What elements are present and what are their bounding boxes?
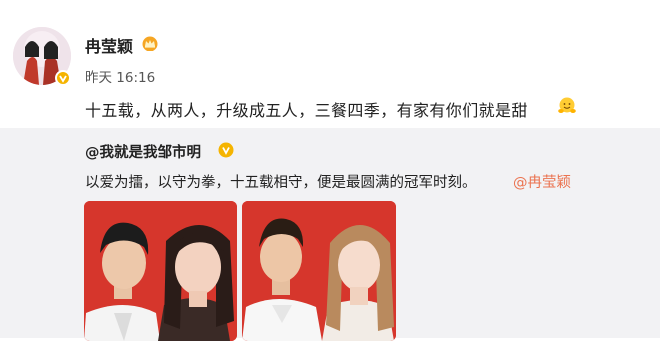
repost-mention-link[interactable]: @冉莹颖	[513, 171, 571, 192]
post-time[interactable]: 昨天 16:16	[85, 66, 155, 86]
photo-thumbnail-1[interactable]	[84, 201, 237, 341]
verified-icon	[218, 142, 234, 158]
verified-badge-icon	[55, 70, 71, 86]
repost-username[interactable]: @我就是我邹市明	[85, 141, 201, 162]
weibo-post: 冉莹颖 昨天 16:16 十五载，从两人，升级成五人，三餐四季，有家有你们就是甜	[0, 0, 660, 128]
crown-icon	[142, 36, 158, 51]
hug-emoji-icon	[558, 97, 576, 113]
post-username[interactable]: 冉莹颖	[85, 33, 133, 57]
repost-card[interactable]: @我就是我邹市明 以爱为擂，以守为拳，十五载相守，便是最圆满的冠军时刻。 @冉莹…	[0, 128, 660, 341]
post-content: 十五载，从两人，升级成五人，三餐四季，有家有你们就是甜	[85, 101, 528, 120]
photo-thumbnail-2[interactable]	[242, 201, 396, 341]
repost-text: 以爱为擂，以守为拳，十五载相守，便是最圆满的冠军时刻。	[85, 175, 477, 191]
